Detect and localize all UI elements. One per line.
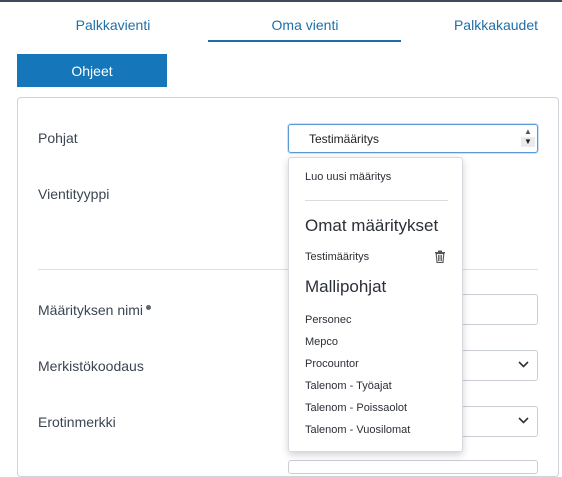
template-option-talenom-poissaolot[interactable]: Talenom - Poissaolot: [305, 402, 407, 414]
nimi-label-text: Määrityksen nimi: [38, 302, 144, 318]
tab-oma-vienti[interactable]: Oma vienti: [208, 17, 402, 33]
active-tab-indicator: [208, 40, 401, 42]
templates-heading: Mallipohjat: [305, 277, 387, 296]
tab-palkkakaudet[interactable]: Palkkakaudet: [402, 17, 562, 33]
next-field-input[interactable]: [288, 460, 538, 474]
vientityyppi-label: Vientityyppi: [38, 186, 110, 202]
template-option-talenom-tyoajat[interactable]: Talenom - Työajat: [305, 380, 392, 392]
pohjat-select[interactable]: Testimääritys ▲ ▼: [288, 124, 538, 153]
help-button[interactable]: Ohjeet: [17, 54, 167, 87]
select-spinner[interactable]: ▲ ▼: [521, 127, 535, 150]
tab-bar: Palkkavienti Oma vienti Palkkakaudet: [0, 0, 562, 44]
own-definition-option[interactable]: Testimääritys: [305, 251, 369, 263]
template-option-talenom-vuosilomat[interactable]: Talenom - Vuosilomat: [305, 424, 410, 436]
dropdown-divider: [305, 200, 448, 201]
own-definitions-heading: Omat määritykset: [305, 216, 439, 235]
spin-up-icon[interactable]: ▲: [524, 127, 532, 136]
template-option-mepco[interactable]: Mepco: [305, 336, 338, 348]
trash-icon[interactable]: [434, 250, 446, 263]
pohjat-dropdown-menu: Luo uusi määritys Omat määritykset Testi…: [288, 157, 463, 452]
pohjat-select-value: Testimääritys: [309, 132, 380, 146]
spin-down-icon[interactable]: ▼: [521, 137, 535, 147]
nimi-label: Määrityksen nimi: [38, 302, 152, 318]
tab-palkkavienti[interactable]: Palkkavienti: [18, 17, 208, 33]
template-option-procountor[interactable]: Procountor: [305, 358, 359, 370]
chevron-down-icon: [518, 360, 529, 371]
erotin-label: Erotinmerkki: [38, 414, 116, 430]
pohjat-label: Pohjat: [38, 130, 78, 146]
template-option-personec[interactable]: Personec: [305, 314, 351, 326]
required-indicator-icon: [146, 305, 152, 310]
merkisto-label: Merkistökoodaus: [38, 358, 144, 374]
create-new-option[interactable]: Luo uusi määritys: [305, 171, 391, 183]
chevron-down-icon: [518, 416, 529, 427]
